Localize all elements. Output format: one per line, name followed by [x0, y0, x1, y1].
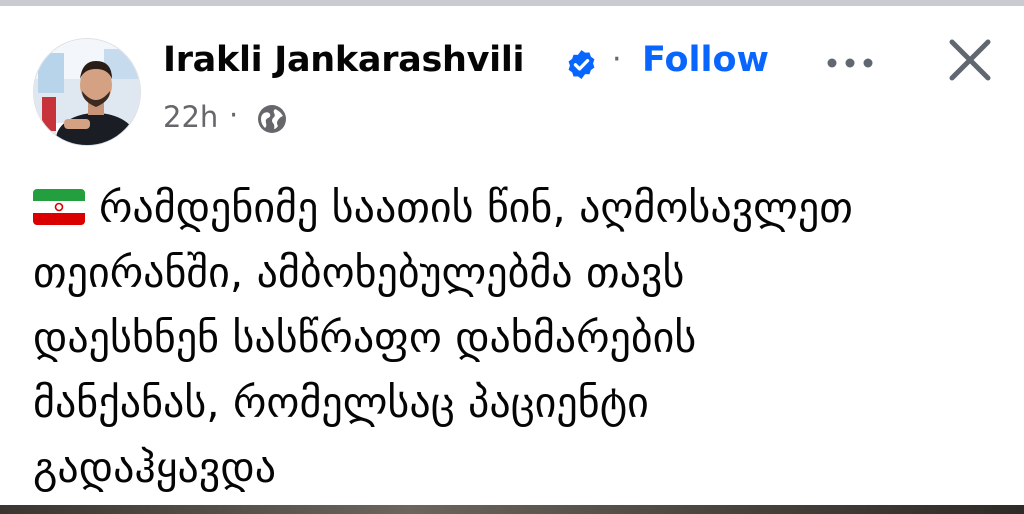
author-name[interactable]: Irakli Jankarashvili	[163, 40, 525, 80]
author-avatar[interactable]	[33, 38, 141, 146]
post-text-line-5: გადაჰყავდა	[33, 443, 277, 492]
header-separator: ·	[612, 42, 622, 77]
verified-badge-icon	[568, 50, 595, 79]
globe-icon[interactable]	[256, 103, 288, 135]
post-text-line-3: დაესხნენ სასწრაფო დახმარების	[33, 313, 697, 362]
post-text-line-1: რამდენიმე საათის წინ, აღმოსავლეთ	[99, 183, 853, 232]
close-icon[interactable]	[946, 36, 994, 84]
meta-separator: ·	[229, 98, 239, 132]
post-text-line: რამდენიმე საათის წინ, აღმოსავლეთ	[33, 175, 993, 240]
post-header: Irakli Jankarashvili · Follow 22h ·	[0, 0, 1024, 160]
iran-flag-icon	[33, 189, 85, 225]
post-text-line-2: თეირანში, ამბოხებულებმა თავს	[33, 248, 685, 297]
post-timestamp[interactable]: 22h	[163, 100, 218, 134]
more-options-icon[interactable]	[822, 48, 878, 78]
follow-button[interactable]: Follow	[642, 40, 769, 80]
post-text: რამდენიმე საათის წინ, აღმოსავლეთ თეირანშ…	[33, 175, 993, 500]
avatar-image	[34, 39, 140, 145]
post-text-line-4: მანქანას, რომელსაც პაციენტი	[33, 378, 649, 427]
post-media-preview[interactable]	[0, 505, 1024, 514]
